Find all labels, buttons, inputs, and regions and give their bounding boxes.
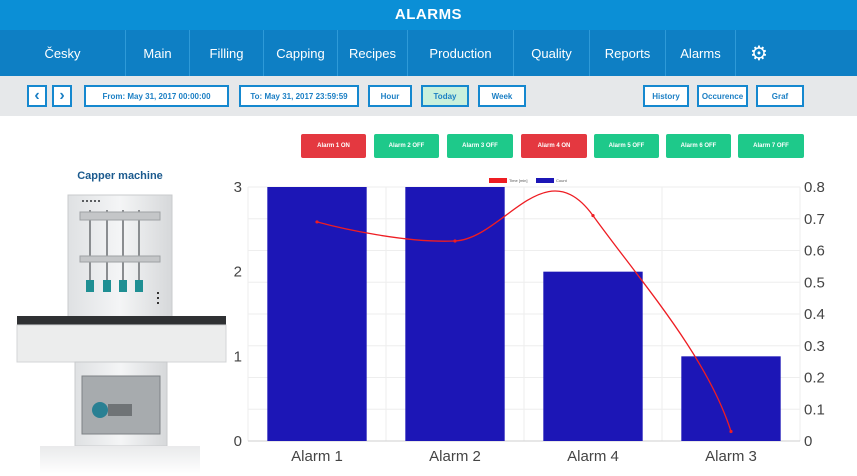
category-label: Alarm 2 bbox=[429, 448, 481, 465]
right-tick-label: 0.2 bbox=[804, 370, 825, 387]
left-tick-label: 0 bbox=[234, 433, 242, 450]
right-tick-label: 0.7 bbox=[804, 211, 825, 228]
left-tick-label: 3 bbox=[234, 179, 242, 196]
left-tick-label: 2 bbox=[234, 264, 242, 281]
chart-legend: Time [min] Count bbox=[489, 178, 568, 183]
line-point-alarm-3 bbox=[729, 429, 733, 434]
bar-alarm-3 bbox=[681, 356, 781, 441]
right-tick-label: 0.3 bbox=[804, 338, 825, 355]
left-tick-label: 1 bbox=[234, 348, 242, 365]
legend-label-time: Time [min] bbox=[509, 178, 528, 183]
category-labels: Alarm 1 Alarm 2 Alarm 4 Alarm 3 bbox=[291, 448, 757, 465]
right-tick-label: 0.6 bbox=[804, 243, 825, 260]
line-point-alarm-2 bbox=[453, 239, 457, 243]
bar-alarm-1 bbox=[267, 187, 367, 441]
right-tick-label: 0.1 bbox=[804, 401, 825, 418]
right-tick-label: 0.4 bbox=[804, 306, 825, 323]
legend-swatch-time bbox=[489, 178, 507, 183]
line-point-alarm-4 bbox=[591, 213, 595, 218]
right-tick-label: 0.5 bbox=[804, 274, 825, 291]
bar-alarm-4 bbox=[543, 271, 643, 441]
legend-swatch-count bbox=[536, 178, 554, 183]
right-tick-label: 0 bbox=[804, 433, 812, 450]
category-label: Alarm 1 bbox=[291, 448, 343, 465]
right-axis-ticks: 0 0.1 0.2 0.3 0.4 0.5 0.6 0.7 0.8 bbox=[804, 179, 825, 450]
category-label: Alarm 3 bbox=[705, 448, 757, 465]
category-label: Alarm 4 bbox=[567, 448, 619, 465]
page-canvas: 0123 00.10.20.30.40.50.60.70.8 Alarm 1 Al… bbox=[16, 178, 825, 474]
line-point-alarm-1 bbox=[315, 220, 319, 224]
left-axis-ticks: 0 1 2 3 bbox=[234, 179, 242, 450]
alarm-chart: 0123 00.10.20.30.40.50.60.70.8 Alarm 1 Al… bbox=[234, 178, 825, 465]
legend-label-count: Count bbox=[556, 178, 568, 183]
right-tick-label: 0.8 bbox=[804, 179, 825, 196]
capper-machine-illustration bbox=[16, 194, 227, 474]
bar-alarm-2 bbox=[405, 187, 505, 441]
